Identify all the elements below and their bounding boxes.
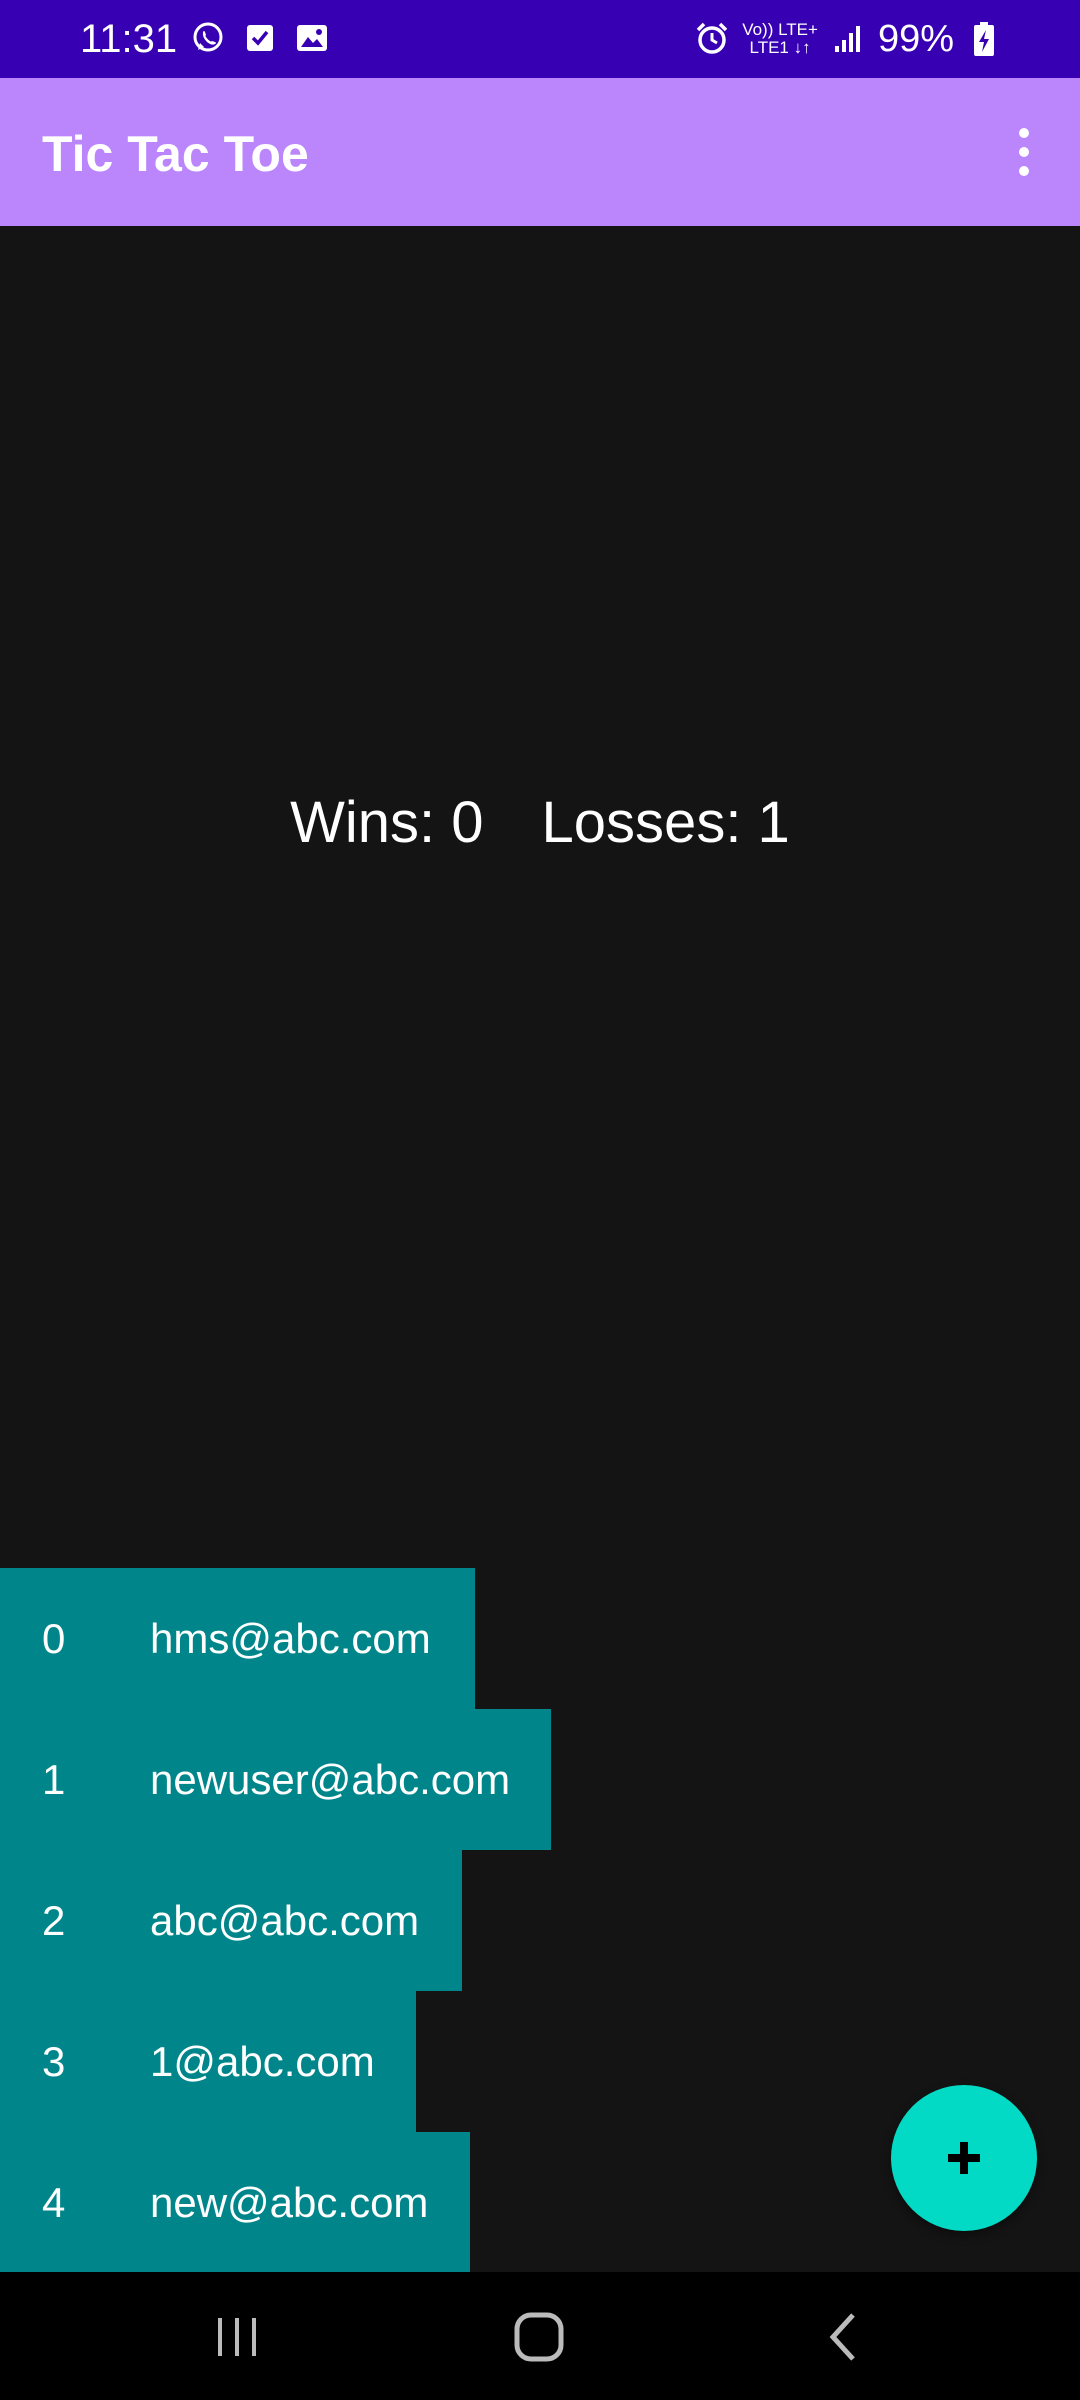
battery-charging-icon — [966, 21, 1002, 57]
player-email: hms@abc.com — [150, 1614, 431, 1662]
list-item[interactable]: 3 1@abc.com — [0, 1991, 416, 2132]
status-time: 11:31 — [80, 17, 178, 61]
network-label: Vo)) LTE+ LTE1 ↓↑ — [742, 21, 818, 57]
screen: 11:31 Vo)) LTE+ LTE1 ↓↑ 99% Tic Tac Toe … — [0, 0, 1080, 2400]
recent-apps-icon[interactable] — [192, 2302, 282, 2372]
back-icon[interactable] — [798, 2302, 888, 2372]
battery-percent: 99% — [877, 18, 954, 60]
player-email: abc@abc.com — [150, 1896, 420, 1944]
player-index: 3 — [42, 2037, 66, 2085]
alarm-icon — [694, 21, 730, 57]
network-top: Vo)) LTE+ — [742, 20, 818, 39]
home-icon[interactable] — [494, 2302, 584, 2372]
whatsapp-icon — [190, 20, 226, 56]
status-bar: 11:31 Vo)) LTE+ LTE1 ↓↑ 99% — [0, 0, 1080, 78]
network-bottom: LTE1 ↓↑ — [749, 38, 811, 57]
overflow-menu-icon[interactable] — [994, 122, 1054, 182]
gallery-icon — [294, 20, 330, 56]
losses-text: Losses: 1 — [541, 790, 790, 855]
add-player-button[interactable] — [891, 2085, 1037, 2231]
app-title: Tic Tac Toe — [42, 126, 309, 182]
plus-icon — [948, 2142, 980, 2174]
player-index: 2 — [42, 1896, 66, 1944]
app-bar: Tic Tac Toe — [0, 78, 1080, 226]
status-right: Vo)) LTE+ LTE1 ↓↑ 99% — [694, 14, 1002, 64]
navigation-bar — [0, 2272, 1080, 2400]
menu-dot — [1019, 166, 1029, 176]
menu-dot — [1019, 128, 1029, 138]
player-email: new@abc.com — [150, 2178, 429, 2226]
player-index: 1 — [42, 1755, 66, 1803]
player-index: 4 — [42, 2178, 66, 2226]
player-index: 0 — [42, 1614, 66, 1662]
list-item[interactable]: 4 new@abc.com — [0, 2132, 470, 2273]
list-item[interactable]: 2 abc@abc.com — [0, 1850, 462, 1991]
menu-dot — [1019, 147, 1029, 157]
checkbox-notification-icon — [242, 20, 278, 56]
player-email: 1@abc.com — [150, 2037, 375, 2085]
signal-icon — [830, 21, 866, 57]
player-email: newuser@abc.com — [150, 1755, 511, 1803]
score-summary: Wins: 0 Losses: 1 — [0, 788, 1080, 858]
wins-text: Wins: 0 — [290, 790, 484, 855]
list-item[interactable]: 0 hms@abc.com — [0, 1568, 475, 1709]
list-item[interactable]: 1 newuser@abc.com — [0, 1709, 551, 1850]
notification-icons — [190, 20, 330, 56]
